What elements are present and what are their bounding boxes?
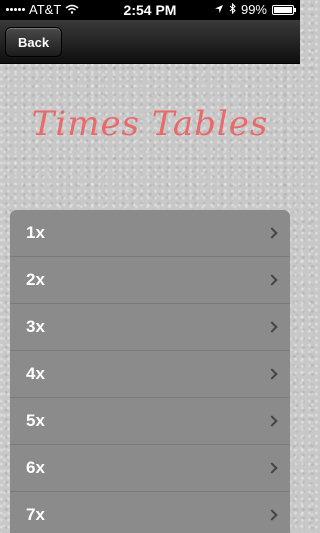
row-label: 2x	[26, 270, 45, 289]
chevron-right-icon	[266, 321, 278, 333]
status-right: 99%	[214, 2, 296, 17]
table-row[interactable]: 2x	[10, 257, 290, 304]
table-row[interactable]: 3x	[10, 304, 290, 351]
row-label: 6x	[26, 458, 45, 477]
row-label: 5x	[26, 411, 45, 430]
status-bar: AT&T 2:54 PM 99%	[0, 0, 300, 20]
location-icon	[214, 2, 224, 17]
times-table-list: 1x 2x 3x 4x 5x 6x 7x	[10, 210, 290, 533]
row-label: 3x	[26, 317, 45, 336]
table-row[interactable]: 1x	[10, 210, 290, 257]
row-label: 4x	[26, 364, 45, 383]
back-button[interactable]: Back	[5, 27, 63, 57]
table-row[interactable]: 6x	[10, 445, 290, 492]
chevron-right-icon	[266, 462, 278, 474]
bluetooth-icon	[229, 2, 236, 17]
battery-percent: 99%	[240, 2, 267, 17]
navigation-bar: Back	[0, 20, 300, 64]
chevron-right-icon	[266, 509, 278, 521]
page-title: Times Tables	[31, 104, 269, 144]
table-row[interactable]: 5x	[10, 398, 290, 445]
chevron-right-icon	[266, 274, 278, 286]
chevron-right-icon	[266, 415, 278, 427]
table-row[interactable]: 7x	[10, 492, 290, 533]
chevron-right-icon	[266, 368, 278, 380]
row-label: 1x	[26, 223, 45, 242]
battery-icon	[272, 4, 296, 15]
row-label: 7x	[26, 505, 45, 524]
chevron-right-icon	[266, 227, 278, 239]
table-row[interactable]: 4x	[10, 351, 290, 398]
